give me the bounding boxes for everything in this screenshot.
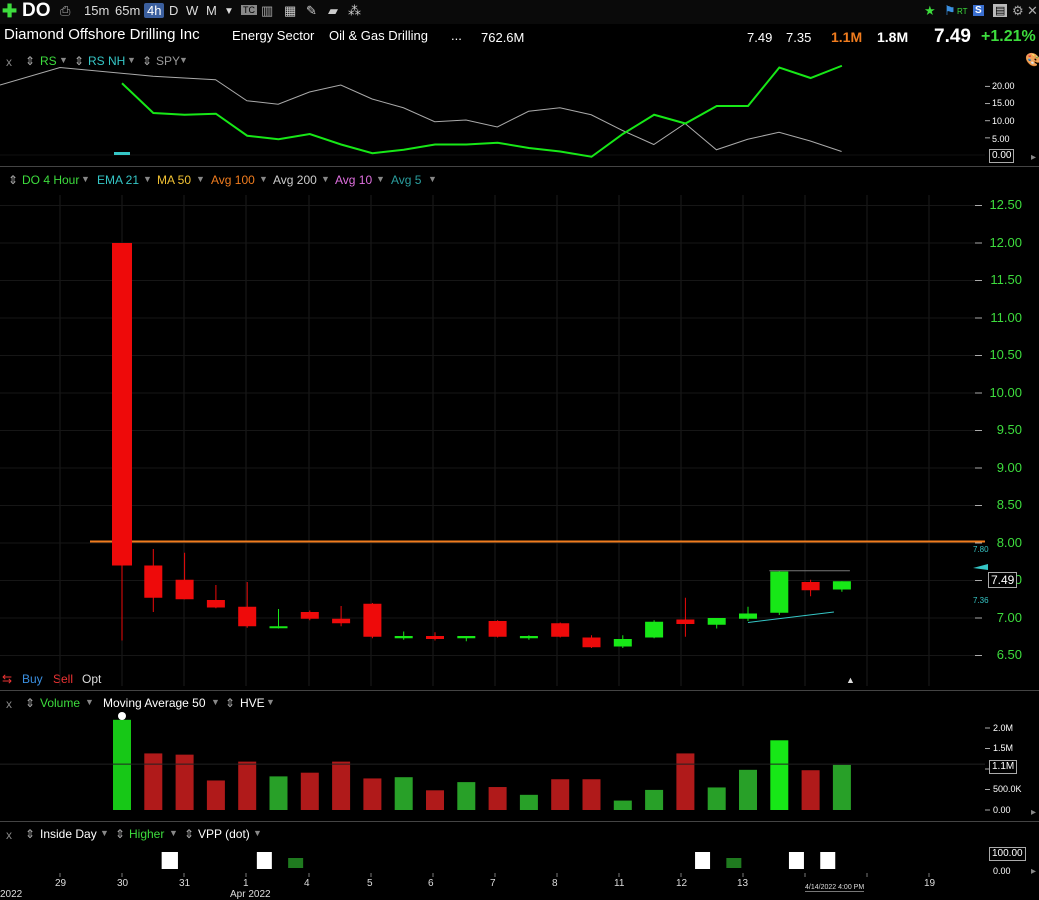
candle-body	[519, 636, 538, 639]
volume-bar	[238, 761, 257, 810]
signal-bar	[695, 852, 711, 869]
signal-bar	[788, 852, 804, 869]
candle-body	[238, 606, 257, 627]
candle-body	[488, 621, 507, 637]
candle-body	[676, 619, 695, 624]
candle-body	[112, 243, 132, 566]
volume-bar	[175, 754, 194, 810]
volume-bar	[269, 776, 288, 810]
candle-body	[332, 618, 351, 624]
candle-body	[645, 621, 664, 638]
candle-body	[457, 636, 476, 639]
volume-bar	[519, 794, 538, 810]
candle-body	[300, 612, 319, 619]
candle-body	[426, 636, 444, 639]
signal-bar	[820, 852, 836, 869]
signal-bar	[726, 858, 742, 868]
candle-body	[770, 571, 789, 613]
volume-bar	[488, 787, 507, 810]
volume-bar	[707, 787, 726, 810]
volume-bar	[394, 777, 413, 810]
volume-bar	[332, 761, 351, 810]
volume-bar	[363, 778, 382, 810]
volume-bar	[645, 789, 664, 810]
volume-bar	[144, 753, 163, 810]
candle-body	[269, 626, 288, 629]
volume-bar	[426, 790, 444, 810]
candle-body	[832, 581, 851, 590]
candle-body	[394, 636, 413, 639]
candle-body	[144, 565, 163, 598]
candle-body	[801, 582, 820, 591]
volume-bar	[206, 780, 225, 810]
candle-body	[551, 623, 570, 637]
volume-bar	[770, 740, 789, 810]
volume-bar	[739, 769, 757, 810]
volume-bar	[582, 779, 601, 810]
signal-bar	[288, 858, 304, 868]
volume-bar	[801, 770, 820, 810]
candle-body	[582, 637, 601, 648]
candle-body	[175, 579, 194, 600]
level-marker	[973, 564, 988, 570]
candle-body	[707, 618, 726, 625]
volume-bar	[300, 772, 319, 810]
candle-body	[206, 600, 225, 608]
candle-body	[613, 639, 632, 647]
signal-bar	[162, 852, 178, 869]
volume-bar	[613, 800, 632, 810]
candle-body	[739, 613, 757, 619]
chart-canvas[interactable]	[0, 0, 1039, 897]
rs-nh-marker	[114, 152, 130, 155]
volume-bar	[832, 764, 851, 810]
hve-dot	[118, 712, 126, 720]
volume-bar	[113, 719, 131, 810]
volume-bar	[551, 779, 570, 810]
ema-line	[747, 611, 834, 623]
volume-bar	[457, 782, 476, 810]
volume-bar	[676, 753, 695, 810]
rs-line	[121, 64, 843, 158]
signal-bar	[256, 852, 272, 869]
candle-body	[363, 603, 382, 637]
spy-line	[0, 66, 842, 152]
